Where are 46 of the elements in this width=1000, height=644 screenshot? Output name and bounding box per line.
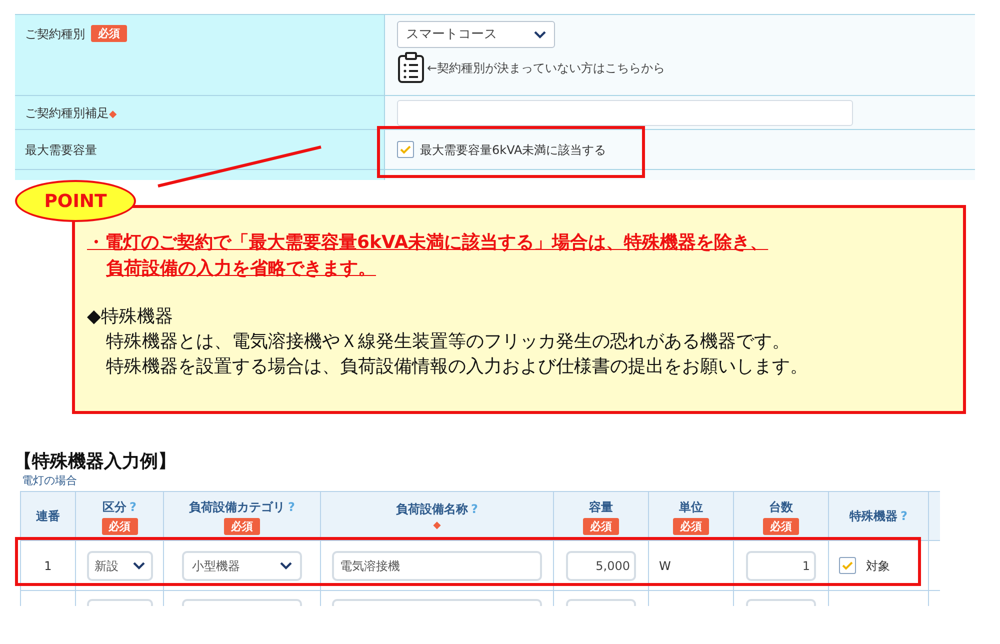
required-badge: 必須 bbox=[91, 25, 127, 42]
section-title: 【特殊機器入力例】 bbox=[14, 450, 176, 474]
checkbox-label: 最大需要容量6kVA未満に該当する bbox=[420, 142, 606, 158]
checkmark-icon bbox=[842, 561, 853, 570]
highlight-text: ・電灯のご契約で「最大需要容量6kVA未満に該当する」場合は、特殊機器を除き、 bbox=[87, 232, 768, 253]
helper-link[interactable]: ←契約種別が決まっていない方はこちらから bbox=[427, 59, 666, 77]
column-header: 容量 bbox=[589, 498, 613, 516]
clipboard-list-icon[interactable] bbox=[397, 52, 425, 84]
chevron-down-icon bbox=[280, 562, 292, 570]
field-label: 最大需要容量 bbox=[25, 142, 97, 158]
input-field[interactable] bbox=[397, 100, 853, 126]
chevron-down-icon bbox=[534, 30, 546, 38]
highlight-text: 負荷設備の入力を省略できます。 bbox=[106, 258, 376, 279]
category-select[interactable]: 小型機器 bbox=[182, 550, 302, 580]
checkbox-label: 対象 bbox=[866, 558, 890, 574]
required-badge: 必須 bbox=[224, 518, 260, 534]
column-header: 負荷設備カテゴリ ? bbox=[189, 498, 295, 516]
input-field[interactable]: 1 bbox=[746, 550, 816, 580]
chevron-down-icon bbox=[132, 562, 144, 570]
column-header: 単位 bbox=[679, 498, 703, 516]
checkbox[interactable] bbox=[397, 141, 414, 158]
checkmark-icon bbox=[400, 145, 411, 154]
input-field[interactable]: 5,000 bbox=[566, 550, 636, 580]
table-cell-text: 1 bbox=[44, 558, 52, 574]
field-label: ご契約種別補足◆ bbox=[25, 104, 117, 122]
section-heading: ◆特殊機器 bbox=[87, 305, 174, 329]
input-field[interactable]: 電気溶接機 bbox=[332, 550, 542, 580]
column-header: 連番 bbox=[36, 508, 60, 525]
point-badge: POINT bbox=[15, 180, 136, 222]
column-header: 台数 bbox=[769, 498, 793, 516]
body-text: 特殊機器とは、電気溶接機やＸ線発生装置等のフリッカ発生の恐れがある機器です。 bbox=[105, 330, 791, 354]
required-badge: 必須 bbox=[583, 518, 619, 534]
required-mark: ◆ bbox=[433, 520, 441, 532]
required-badge: 必須 bbox=[102, 518, 138, 534]
table-caption: 電灯の場合 bbox=[22, 474, 78, 488]
table-cell-text: W bbox=[659, 558, 671, 574]
field-label: ご契約種別 bbox=[25, 26, 85, 43]
contract-type-select[interactable]: スマートコース bbox=[397, 21, 555, 48]
checkbox[interactable] bbox=[839, 557, 856, 574]
division-select[interactable]: 新設 bbox=[86, 550, 152, 580]
required-badge: 必須 bbox=[673, 518, 709, 534]
column-header: 特殊機器 ? bbox=[850, 508, 908, 525]
column-header: 区分 ? bbox=[102, 498, 136, 516]
required-badge: 必須 bbox=[763, 518, 799, 534]
column-header: 負荷設備名称 ? bbox=[396, 501, 478, 518]
body-text: 特殊機器を設置する場合は、負荷設備情報の入力および仕様書の提出をお願いします。 bbox=[105, 355, 809, 379]
